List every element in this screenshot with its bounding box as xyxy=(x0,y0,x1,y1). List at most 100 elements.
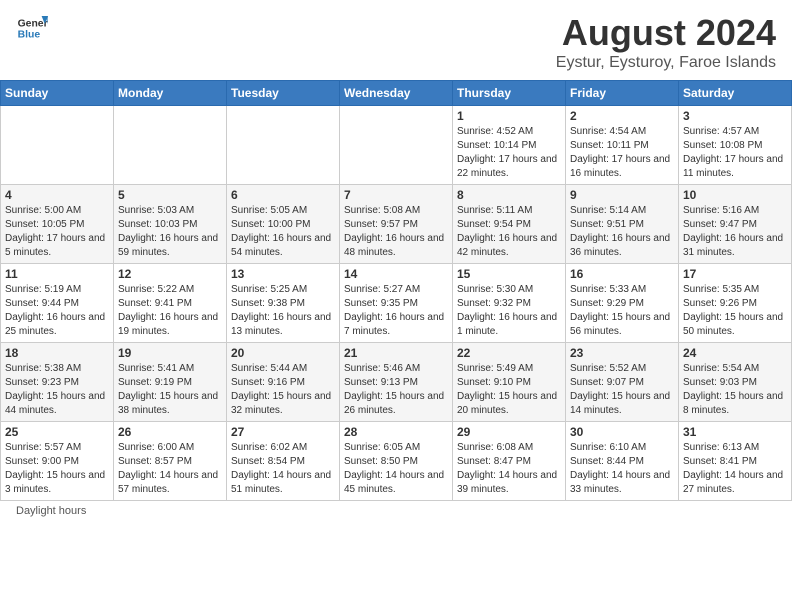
week-row-5: 25 Sunrise: 5:57 AM Sunset: 9:00 PM Dayli… xyxy=(1,422,792,501)
day-number: 18 xyxy=(5,346,109,360)
day-info: Sunrise: 6:05 AM Sunset: 8:50 PM Dayligh… xyxy=(344,441,448,497)
day-header-tuesday: Tuesday xyxy=(227,81,340,106)
day-number: 14 xyxy=(344,267,448,281)
day-info: Sunrise: 6:08 AM Sunset: 8:47 PM Dayligh… xyxy=(457,441,561,497)
day-number: 3 xyxy=(683,109,787,123)
day-number: 27 xyxy=(231,425,335,439)
day-number: 22 xyxy=(457,346,561,360)
day-number: 26 xyxy=(118,425,222,439)
calendar: SundayMondayTuesdayWednesdayThursdayFrid… xyxy=(0,80,792,501)
day-info: Sunrise: 6:13 AM Sunset: 8:41 PM Dayligh… xyxy=(683,441,787,497)
day-info: Sunrise: 4:57 AM Sunset: 10:08 PM Daylig… xyxy=(683,125,787,181)
day-info: Sunrise: 5:30 AM Sunset: 9:32 PM Dayligh… xyxy=(457,283,561,339)
day-number: 16 xyxy=(570,267,674,281)
day-info: Sunrise: 6:02 AM Sunset: 8:54 PM Dayligh… xyxy=(231,441,335,497)
day-number: 4 xyxy=(5,188,109,202)
day-cell: 10 Sunrise: 5:16 AM Sunset: 9:47 PM Dayli… xyxy=(679,185,792,264)
day-cell: 27 Sunrise: 6:02 AM Sunset: 8:54 PM Dayli… xyxy=(227,422,340,501)
day-cell: 26 Sunrise: 6:00 AM Sunset: 8:57 PM Dayli… xyxy=(114,422,227,501)
day-number: 30 xyxy=(570,425,674,439)
day-info: Sunrise: 5:44 AM Sunset: 9:16 PM Dayligh… xyxy=(231,362,335,418)
day-cell: 18Sunrise: 5:38 AM Sunset: 9:23 PM Dayli… xyxy=(1,343,114,422)
day-info: Sunrise: 5:22 AM Sunset: 9:41 PM Dayligh… xyxy=(118,283,222,339)
day-info: Sunrise: 5:14 AM Sunset: 9:51 PM Dayligh… xyxy=(570,204,674,260)
day-number: 24 xyxy=(683,346,787,360)
day-number: 6 xyxy=(231,188,335,202)
day-number: 5 xyxy=(118,188,222,202)
day-number: 2 xyxy=(570,109,674,123)
day-cell: 1Sunrise: 4:52 AM Sunset: 10:14 PM Dayli… xyxy=(453,106,566,185)
day-number: 25 xyxy=(5,425,109,439)
day-cell xyxy=(227,106,340,185)
svg-text:Blue: Blue xyxy=(18,30,41,41)
day-cell: 20Sunrise: 5:44 AM Sunset: 9:16 PM Dayli… xyxy=(227,343,340,422)
day-cell: 2 Sunrise: 4:54 AM Sunset: 10:11 PM Dayli… xyxy=(566,106,679,185)
logo-icon: General Blue xyxy=(16,12,48,44)
day-cell: 13Sunrise: 5:25 AM Sunset: 9:38 PM Dayli… xyxy=(227,264,340,343)
day-info: Sunrise: 5:19 AM Sunset: 9:44 PM Dayligh… xyxy=(5,283,109,339)
day-info: Sunrise: 5:57 AM Sunset: 9:00 PM Dayligh… xyxy=(5,441,109,497)
day-info: Sunrise: 5:41 AM Sunset: 9:19 PM Dayligh… xyxy=(118,362,222,418)
day-cell: 8Sunrise: 5:11 AM Sunset: 9:54 PM Daylig… xyxy=(453,185,566,264)
day-cell: 14 Sunrise: 5:27 AM Sunset: 9:35 PM Dayli… xyxy=(340,264,453,343)
day-info: Sunrise: 6:10 AM Sunset: 8:44 PM Dayligh… xyxy=(570,441,674,497)
sub-title: Eystur, Eysturoy, Faroe Islands xyxy=(556,54,776,72)
day-cell: 3 Sunrise: 4:57 AM Sunset: 10:08 PM Dayli… xyxy=(679,106,792,185)
day-number: 15 xyxy=(457,267,561,281)
day-header-saturday: Saturday xyxy=(679,81,792,106)
day-info: Sunrise: 4:54 AM Sunset: 10:11 PM Daylig… xyxy=(570,125,674,181)
day-info: Sunrise: 5:03 AM Sunset: 10:03 PM Daylig… xyxy=(118,204,222,260)
day-info: Sunrise: 5:05 AM Sunset: 10:00 PM Daylig… xyxy=(231,204,335,260)
day-number: 19 xyxy=(118,346,222,360)
day-info: Sunrise: 5:00 AM Sunset: 10:05 PM Daylig… xyxy=(5,204,109,260)
day-cell: 24 Sunrise: 5:54 AM Sunset: 9:03 PM Dayli… xyxy=(679,343,792,422)
day-info: Sunrise: 5:35 AM Sunset: 9:26 PM Dayligh… xyxy=(683,283,787,339)
week-row-3: 11Sunrise: 5:19 AM Sunset: 9:44 PM Dayli… xyxy=(1,264,792,343)
day-info: Sunrise: 5:54 AM Sunset: 9:03 PM Dayligh… xyxy=(683,362,787,418)
day-number: 8 xyxy=(457,188,561,202)
week-row-1: 1Sunrise: 4:52 AM Sunset: 10:14 PM Dayli… xyxy=(1,106,792,185)
day-info: Sunrise: 5:46 AM Sunset: 9:13 PM Dayligh… xyxy=(344,362,448,418)
header: General Blue August 2024 Eystur, Eysturo… xyxy=(0,0,792,80)
footer-note: Daylight hours xyxy=(0,501,792,521)
day-header-monday: Monday xyxy=(114,81,227,106)
day-cell: 17 Sunrise: 5:35 AM Sunset: 9:26 PM Dayli… xyxy=(679,264,792,343)
day-header-thursday: Thursday xyxy=(453,81,566,106)
day-cell: 19 Sunrise: 5:41 AM Sunset: 9:19 PM Dayli… xyxy=(114,343,227,422)
main-title: August 2024 xyxy=(556,12,776,54)
day-number: 7 xyxy=(344,188,448,202)
day-number: 12 xyxy=(118,267,222,281)
day-number: 31 xyxy=(683,425,787,439)
day-cell: 12 Sunrise: 5:22 AM Sunset: 9:41 PM Dayli… xyxy=(114,264,227,343)
day-cell: 5 Sunrise: 5:03 AM Sunset: 10:03 PM Dayli… xyxy=(114,185,227,264)
day-cell: 22 Sunrise: 5:49 AM Sunset: 9:10 PM Dayli… xyxy=(453,343,566,422)
title-area: August 2024 Eystur, Eysturoy, Faroe Isla… xyxy=(556,12,776,72)
day-cell: 29 Sunrise: 6:08 AM Sunset: 8:47 PM Dayli… xyxy=(453,422,566,501)
day-cell: 11Sunrise: 5:19 AM Sunset: 9:44 PM Dayli… xyxy=(1,264,114,343)
day-info: Sunrise: 6:00 AM Sunset: 8:57 PM Dayligh… xyxy=(118,441,222,497)
day-cell: 4 Sunrise: 5:00 AM Sunset: 10:05 PM Dayli… xyxy=(1,185,114,264)
day-info: Sunrise: 5:33 AM Sunset: 9:29 PM Dayligh… xyxy=(570,283,674,339)
day-number: 17 xyxy=(683,267,787,281)
day-number: 28 xyxy=(344,425,448,439)
day-info: Sunrise: 5:27 AM Sunset: 9:35 PM Dayligh… xyxy=(344,283,448,339)
day-info: Sunrise: 5:16 AM Sunset: 9:47 PM Dayligh… xyxy=(683,204,787,260)
day-cell: 30 Sunrise: 6:10 AM Sunset: 8:44 PM Dayli… xyxy=(566,422,679,501)
day-header-friday: Friday xyxy=(566,81,679,106)
day-number: 9 xyxy=(570,188,674,202)
day-number: 10 xyxy=(683,188,787,202)
day-number: 21 xyxy=(344,346,448,360)
day-number: 23 xyxy=(570,346,674,360)
day-info: Sunrise: 5:49 AM Sunset: 9:10 PM Dayligh… xyxy=(457,362,561,418)
calendar-body: 1Sunrise: 4:52 AM Sunset: 10:14 PM Dayli… xyxy=(1,106,792,501)
day-number: 29 xyxy=(457,425,561,439)
day-info: Sunrise: 5:25 AM Sunset: 9:38 PM Dayligh… xyxy=(231,283,335,339)
day-info: Sunrise: 5:08 AM Sunset: 9:57 PM Dayligh… xyxy=(344,204,448,260)
day-cell xyxy=(114,106,227,185)
day-header-wednesday: Wednesday xyxy=(340,81,453,106)
day-number: 1 xyxy=(457,109,561,123)
day-cell xyxy=(340,106,453,185)
logo: General Blue xyxy=(16,12,48,44)
week-row-4: 18Sunrise: 5:38 AM Sunset: 9:23 PM Dayli… xyxy=(1,343,792,422)
day-cell: 9 Sunrise: 5:14 AM Sunset: 9:51 PM Daylig… xyxy=(566,185,679,264)
